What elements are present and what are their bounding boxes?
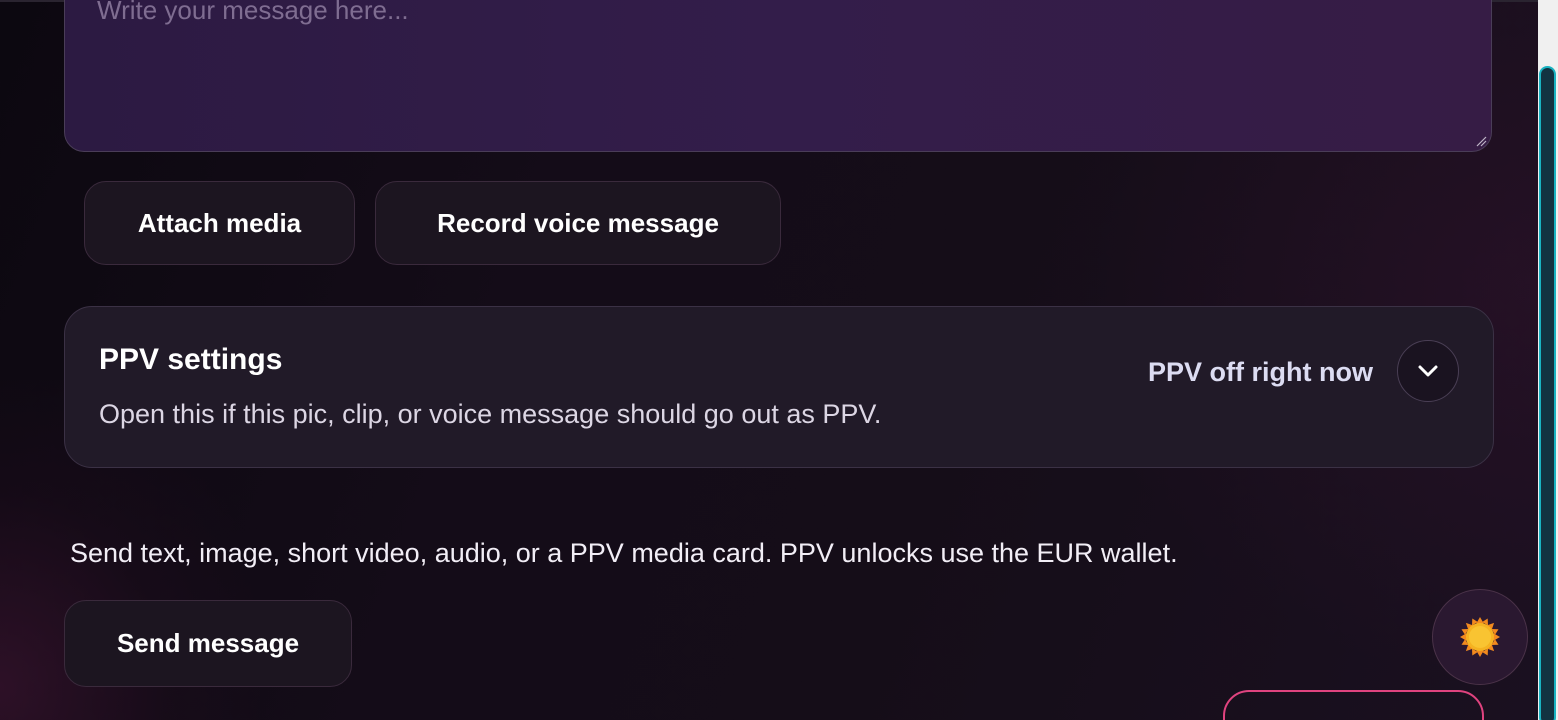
resize-grip-icon[interactable] (1475, 135, 1487, 147)
ppv-status-text: PPV off right now (1148, 357, 1373, 387)
message-placeholder: Write your message here... (97, 0, 409, 25)
send-message-button[interactable]: Send message (64, 600, 352, 687)
attach-media-button[interactable]: Attach media (84, 181, 355, 265)
ppv-expand-button[interactable] (1397, 340, 1459, 402)
composer-helper-text: Send text, image, short video, audio, or… (70, 538, 1178, 568)
ppv-settings-title: PPV settings (99, 343, 283, 376)
ppv-settings-panel[interactable]: PPV settings Open this if this pic, clip… (64, 306, 1494, 468)
partial-pink-button[interactable] (1223, 690, 1484, 720)
scrollbar-thumb[interactable] (1539, 66, 1556, 720)
record-voice-message-button[interactable]: Record voice message (375, 181, 781, 265)
chevron-down-icon (1418, 365, 1438, 377)
theme-toggle-button[interactable] (1432, 589, 1528, 685)
message-input[interactable]: Write your message here... (64, 0, 1492, 152)
sun-icon (1460, 617, 1500, 657)
ppv-settings-description: Open this if this pic, clip, or voice me… (99, 399, 882, 429)
